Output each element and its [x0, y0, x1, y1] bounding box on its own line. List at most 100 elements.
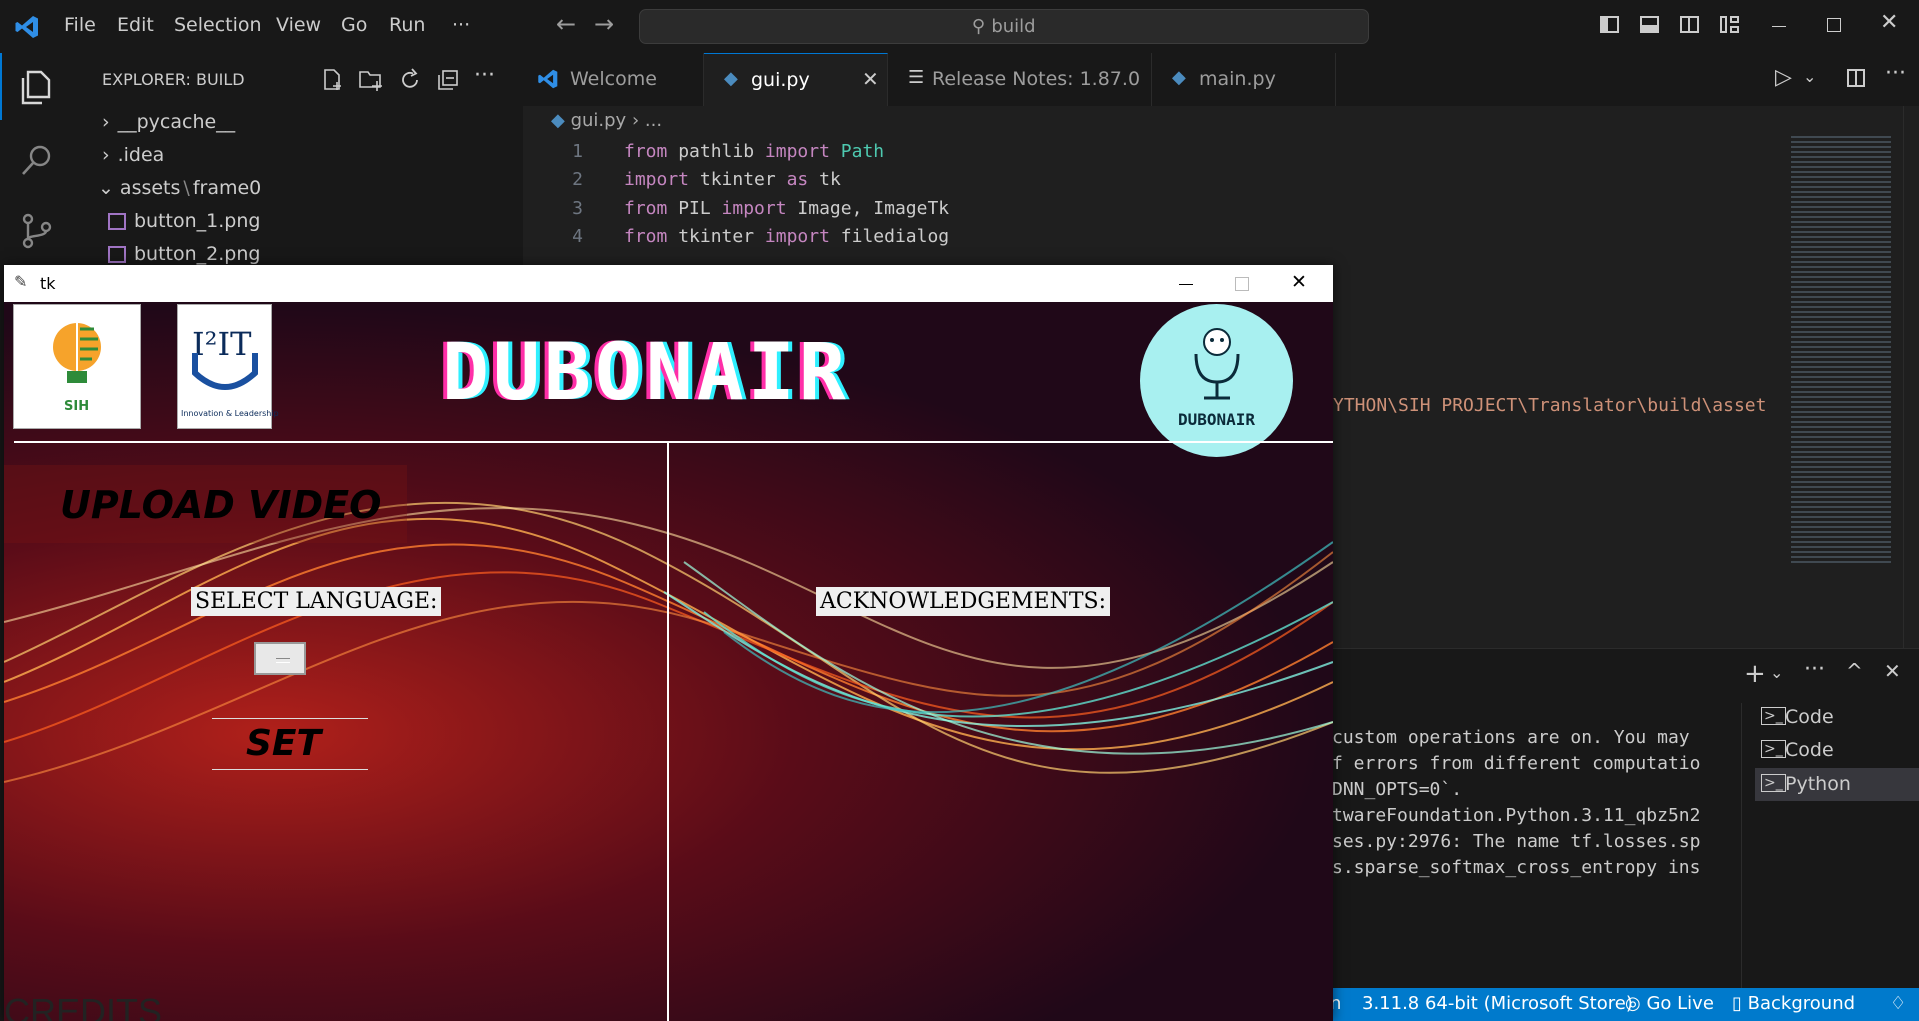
toggle-primary-sidebar-icon[interactable]: [1600, 16, 1619, 33]
new-terminal-icon[interactable]: +: [1744, 659, 1766, 689]
breadcrumb: ◆ gui.py › ...: [551, 110, 663, 131]
close-tab-icon[interactable]: ✕: [862, 67, 879, 91]
minimap[interactable]: [1791, 136, 1891, 566]
menu-selection[interactable]: Selection: [174, 14, 262, 36]
terminal-panel: + ⌄ ··· ^ ✕ custom operations are on. Yo…: [1330, 648, 1919, 989]
restore-window-icon[interactable]: [1827, 18, 1841, 32]
upload-video-button[interactable]: UPLOAD VIDEO: [4, 465, 407, 543]
code-line[interactable]: from pathlib import Path: [624, 141, 884, 162]
terminal-output-line: ses.py:2976: The name tf.losses.sp: [1332, 831, 1701, 852]
sih-logo: SIH: [13, 304, 141, 429]
explorer-title: EXPLORER: BUILD: [102, 70, 245, 89]
terminal-session-code[interactable]: >_ Code: [1755, 736, 1919, 766]
code-line[interactable]: from PIL import Image, ImageTk: [624, 198, 949, 219]
python-interpreter-status[interactable]: 3.11.8 64-bit (Microsoft Store): [1362, 993, 1633, 1014]
toggle-panel-icon[interactable]: [1640, 16, 1659, 33]
status-bar: n 3.11.8 64-bit (Microsoft Store) ◎ Go L…: [1320, 988, 1919, 1021]
feather-icon: ✎: [14, 272, 28, 291]
menu-file[interactable]: File: [64, 14, 96, 36]
tk-app-window: ✎ tk ✕ SIH I²IT Innovation & Leadership …: [4, 265, 1333, 1021]
menu-edit[interactable]: Edit: [117, 14, 154, 36]
editor-scrollbar[interactable]: [1903, 106, 1919, 648]
tab-main-py[interactable]: ◆ main.py: [1152, 53, 1336, 106]
tree-folder-idea[interactable]: › .idea: [102, 144, 164, 166]
terminal-icon: >_: [1761, 774, 1786, 792]
tk-title-bar: ✎ tk ✕: [4, 265, 1333, 302]
menu-run[interactable]: Run: [389, 14, 425, 36]
minimize-window-icon[interactable]: [1772, 26, 1786, 27]
customize-layout-icon[interactable]: [1720, 16, 1739, 33]
chevron-right-icon: ›: [102, 144, 110, 166]
more-actions-icon[interactable]: ···: [474, 63, 495, 88]
tk-content-area: SIH I²IT Innovation & Leadership DUBONAI…: [4, 302, 1333, 1021]
tree-folder-assets-frame0[interactable]: ⌄ assets \ frame0: [98, 177, 261, 199]
maximize-panel-icon[interactable]: ^: [1846, 659, 1863, 683]
search-icon: ⚲: [972, 16, 986, 37]
command-center-search[interactable]: ⚲ build: [639, 9, 1369, 44]
menu-go[interactable]: Go: [341, 14, 367, 36]
document-icon: ☰: [908, 67, 925, 88]
tab-gui-py[interactable]: ◆ gui.py ✕: [704, 53, 888, 107]
dropdown-indicator-icon: [276, 658, 290, 663]
line-number: 2: [572, 169, 583, 190]
tree-folder-pycache[interactable]: › __pycache__: [102, 111, 235, 133]
run-icon[interactable]: ▷: [1775, 65, 1792, 90]
terminal-output-line: DNN_OPTS=0`.: [1332, 779, 1463, 800]
close-window-icon[interactable]: ✕: [1291, 271, 1307, 293]
notifications-bell-icon[interactable]: ♢: [1890, 993, 1906, 1014]
tab-release-notes[interactable]: ☰ Release Notes: 1.87.0: [888, 53, 1152, 106]
image-file-icon: [108, 213, 126, 230]
tree-file-button-1[interactable]: button_1.png: [108, 210, 260, 232]
chevron-down-icon: ⌄: [98, 177, 114, 199]
menu-more[interactable]: ···: [452, 14, 470, 36]
split-editor-icon[interactable]: [1847, 69, 1865, 87]
terminal-icon: >_: [1761, 707, 1786, 725]
column-divider: [667, 443, 669, 1021]
go-live-status[interactable]: ◎ Go Live: [1625, 993, 1714, 1014]
close-window-icon[interactable]: ✕: [1880, 10, 1898, 35]
search-view-icon[interactable]: [20, 143, 54, 177]
toggle-secondary-sidebar-icon[interactable]: [1680, 16, 1699, 33]
vscode-logo-icon: [15, 16, 38, 38]
maximize-window-icon[interactable]: [1235, 277, 1249, 291]
language-dropdown[interactable]: [254, 642, 306, 675]
collapse-all-icon[interactable]: [436, 68, 460, 92]
new-folder-icon[interactable]: [358, 68, 384, 92]
header-divider: [14, 441, 1333, 443]
source-control-icon[interactable]: [20, 213, 54, 249]
forward-arrow-icon[interactable]: →: [594, 10, 614, 38]
refresh-icon[interactable]: [398, 68, 422, 92]
editor-tab-bar: Welcome ◆ gui.py ✕ ☰ Release Notes: 1.87…: [523, 53, 1919, 107]
line-number: 3: [572, 198, 583, 219]
app-title: DUBONAIR: [442, 328, 850, 418]
line-number: 4: [572, 226, 583, 247]
menu-view[interactable]: View: [276, 14, 321, 36]
background-status[interactable]: ▯ Background: [1732, 993, 1855, 1014]
string-path-fragment[interactable]: YTHON\SIH PROJECT\Translator\build\asset: [1333, 395, 1766, 416]
credits-label: CREDITS: [4, 991, 163, 1021]
chevron-down-icon[interactable]: ⌄: [1770, 663, 1783, 682]
acknowledgements-label: ACKNOWLEDGEMENTS:: [816, 587, 1110, 616]
terminal-session-python[interactable]: >_ Python: [1755, 768, 1919, 801]
minimize-window-icon[interactable]: [1179, 284, 1193, 285]
tab-welcome[interactable]: Welcome: [523, 53, 704, 106]
code-line[interactable]: from tkinter import filedialog: [624, 226, 949, 247]
code-line[interactable]: import tkinter as tk: [624, 169, 841, 190]
more-actions-icon[interactable]: ···: [1885, 61, 1906, 86]
more-actions-icon[interactable]: ···: [1804, 657, 1825, 682]
chevron-down-icon[interactable]: ⌄: [1803, 67, 1816, 86]
tree-file-button-2[interactable]: button_2.png: [108, 243, 260, 265]
broadcast-icon: ◎: [1625, 993, 1641, 1014]
new-file-icon[interactable]: [320, 68, 344, 92]
i2it-logo: I²IT Innovation & Leadership: [177, 304, 279, 429]
close-panel-icon[interactable]: ✕: [1884, 659, 1901, 683]
title-bar: File Edit Selection View Go Run ··· ← → …: [0, 0, 1919, 53]
dubonair-logo: DUBONAIR: [1140, 304, 1293, 457]
set-button[interactable]: SET: [212, 718, 368, 770]
back-arrow-icon[interactable]: ←: [556, 10, 576, 38]
explorer-icon[interactable]: [19, 70, 53, 106]
terminal-session-code[interactable]: >_ Code: [1755, 703, 1919, 733]
python-icon: ◆: [551, 110, 565, 131]
terminal-output-line: s.sparse_softmax_cross_entropy ins: [1332, 857, 1701, 878]
python-icon: ◆: [724, 68, 738, 89]
